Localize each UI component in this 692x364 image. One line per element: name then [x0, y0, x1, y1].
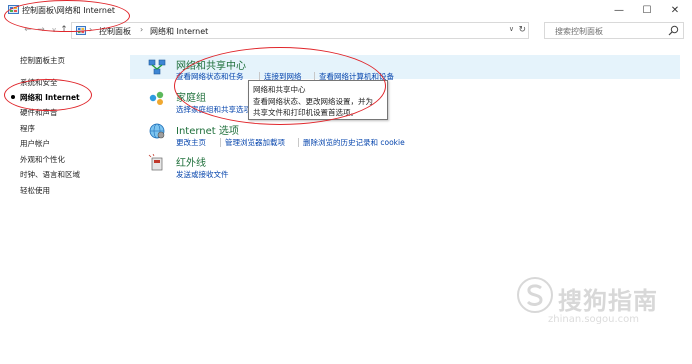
watermark-url: zhinan.sogou.com [548, 314, 640, 325]
watermark-text: 搜狗指南 [558, 287, 658, 315]
refresh-icon[interactable]: ↻ [518, 25, 526, 35]
address-dropdown-chevron-icon[interactable]: ∨ [509, 25, 514, 33]
search-input[interactable]: 搜索控制面板 [544, 22, 684, 39]
minimize-button[interactable]: — [605, 0, 633, 20]
back-arrow-icon[interactable]: ← [22, 24, 34, 36]
search-placeholder: 搜索控制面板 [555, 27, 603, 36]
search-icon[interactable] [668, 25, 679, 36]
sidebar-item-control-panel-home[interactable]: 控制面板主页 [20, 55, 65, 66]
control-panel-icon [76, 26, 86, 35]
current-item-bullet [11, 95, 15, 99]
sidebar-item-user-accounts[interactable]: 用户帐户 [20, 138, 50, 149]
link-homegroup-options[interactable]: 选择家庭组和共享选项 [176, 104, 251, 115]
category-title-infrared[interactable]: 红外线 [176, 154, 206, 169]
address-bar[interactable]: › 控制面板 › 网络和 Internet ∨ ↻ [71, 22, 529, 39]
link-manage-addons[interactable]: 管理浏览器加载项 [225, 137, 285, 148]
breadcrumb-network-internet[interactable]: 网络和 Internet [150, 26, 208, 37]
breadcrumb-separator: › [89, 25, 93, 34]
breadcrumb-separator: › [140, 25, 144, 34]
homegroup-icon [149, 91, 164, 105]
sogou-logo-icon [517, 277, 553, 313]
category-title-network-sharing[interactable]: 网络和共享中心 [176, 57, 246, 72]
network-sharing-icon [148, 59, 166, 75]
category-list: 网络和共享中心 查看网络状态和任务 连接到网络 查看网络计算机和设备 家庭组 选… [130, 48, 692, 248]
tooltip-line: 查看网络状态、更改网络设置，并为 [253, 97, 373, 106]
window-title: 控制面板\网络和 Internet [22, 6, 116, 15]
link-separator [298, 138, 299, 147]
link-view-network-status[interactable]: 查看网络状态和任务 [176, 71, 244, 82]
sidebar-item-hardware-sound[interactable]: 硬件和声音 [20, 107, 58, 118]
breadcrumb-control-panel[interactable]: 控制面板 [99, 26, 131, 37]
tooltip-line: 共享文件和打印机设置首选项。 [253, 108, 358, 117]
left-navigation: 控制面板主页 系统和安全 网络和 Internet 硬件和声音 程序 用户帐户 … [0, 48, 130, 248]
internet-options-icon [149, 123, 165, 139]
sidebar-item-system-security[interactable]: 系统和安全 [20, 77, 58, 88]
category-title-homegroup[interactable]: 家庭组 [176, 89, 206, 104]
category-title-internet-options[interactable]: Internet 选项 [176, 122, 239, 137]
link-delete-history-cookies[interactable]: 删除浏览的历史记录和 cookie [303, 137, 405, 148]
title-bar: 控制面板\网络和 Internet — ☐ ✕ [0, 0, 692, 20]
link-send-receive-files[interactable]: 发送或接收文件 [176, 169, 229, 180]
maximize-button[interactable]: ☐ [633, 0, 661, 20]
sidebar-item-appearance[interactable]: 外观和个性化 [20, 154, 65, 165]
sidebar-item-network-internet[interactable]: 网络和 Internet [20, 92, 80, 103]
tooltip-title: 网络和共享中心 [253, 85, 306, 94]
address-toolbar: ← → ∨ ↑ › 控制面板 › 网络和 Internet ∨ ↻ 搜索控制面板 [0, 21, 692, 41]
infrared-icon [148, 154, 163, 171]
sidebar-item-ease-of-access[interactable]: 轻松使用 [20, 185, 50, 196]
sidebar-item-programs[interactable]: 程序 [20, 123, 35, 134]
up-arrow-icon[interactable]: ↑ [58, 24, 70, 36]
link-separator [220, 138, 221, 147]
link-change-homepage[interactable]: 更改主页 [176, 137, 206, 148]
close-button[interactable]: ✕ [661, 0, 689, 20]
tooltip: 网络和共享中心 查看网络状态、更改网络设置，并为 共享文件和打印机设置首选项。 [248, 80, 388, 120]
forward-arrow-icon[interactable]: → [35, 24, 47, 36]
control-panel-icon [8, 5, 19, 14]
sidebar-item-clock-language-region[interactable]: 时钟、语言和区域 [20, 169, 80, 180]
